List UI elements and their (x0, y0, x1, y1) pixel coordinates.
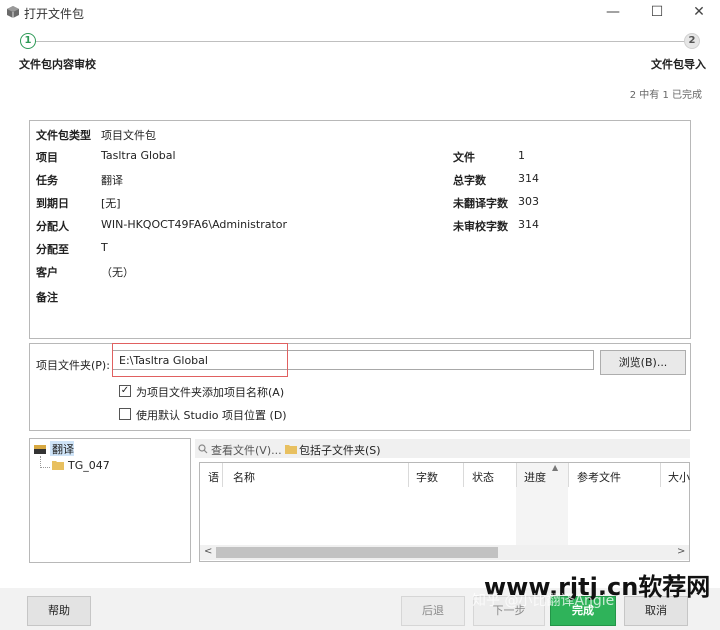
total-words-value: 314 (518, 172, 539, 185)
window-title: 打开文件包 (24, 7, 85, 21)
project-label: 项目 (36, 151, 58, 164)
add-project-name-checkbox[interactable]: ✓ (119, 385, 131, 397)
folder-icon (285, 445, 297, 454)
column-header-size[interactable]: 大小 (668, 469, 690, 485)
task-value: 翻译 (101, 174, 123, 187)
project-value: Tasltra Global (101, 149, 176, 162)
close-button[interactable]: ✕ (690, 3, 708, 21)
package-icon (7, 6, 19, 18)
author-watermark: 知乎 @小比翻译Angie (472, 593, 615, 609)
tree-item-root[interactable]: 翻译 (52, 441, 74, 457)
step-1-indicator: 1 (20, 33, 36, 49)
total-words-label: 总字数 (453, 174, 486, 187)
scroll-right-icon[interactable]: > (677, 546, 685, 557)
column-header-status[interactable]: 状态 (472, 469, 494, 485)
view-files-button[interactable]: 查看文件(V)... (211, 442, 282, 458)
untranslated-words-value: 303 (518, 195, 539, 208)
column-header-language[interactable]: 语 (208, 469, 219, 485)
column-header-words[interactable]: 字数 (416, 469, 438, 485)
customer-value: （无） (101, 266, 134, 279)
untranslated-words-label: 未翻译字数 (453, 197, 508, 210)
folder-icon (52, 461, 64, 470)
step-1-label: 文件包内容审校 (19, 58, 96, 71)
default-location-checkbox[interactable] (119, 408, 131, 420)
column-separator (463, 463, 464, 487)
scroll-left-icon[interactable]: < (204, 546, 212, 557)
step-2-indicator: 2 (684, 33, 700, 49)
files-count-label: 文件 (453, 151, 475, 164)
assigner-label: 分配人 (36, 220, 69, 233)
due-date-label: 到期日 (36, 197, 69, 210)
assigner-value: WIN-HKQOCT49FA6\Administrator (101, 218, 288, 231)
files-count-value: 1 (518, 149, 525, 162)
column-header-reference-file[interactable]: 参考文件 (577, 469, 621, 485)
scrollbar-thumb[interactable] (216, 547, 498, 558)
column-separator (222, 463, 223, 487)
back-button[interactable]: 后退 (401, 596, 465, 626)
wizard-progress-text: 2 中有 1 已完成 (629, 90, 702, 101)
column-header-progress[interactable]: 进度 (524, 469, 546, 485)
assignee-value: T (101, 241, 108, 254)
unreviewed-words-label: 未审校字数 (453, 220, 508, 233)
project-folder-input[interactable] (112, 350, 594, 370)
include-subfolders-button[interactable]: 包括子文件夹(S) (299, 442, 381, 458)
tree-item-tg047[interactable]: TG_047 (68, 459, 110, 472)
notes-label: 备注 (36, 291, 58, 304)
step-2-label: 文件包导入 (651, 58, 706, 71)
help-button[interactable]: 帮助 (27, 596, 91, 626)
add-project-name-label: 为项目文件夹添加项目名称(A) (136, 386, 285, 399)
column-separator (408, 463, 409, 487)
column-separator (516, 463, 517, 487)
package-type-label: 文件包类型 (36, 129, 91, 142)
customer-label: 客户 (36, 266, 58, 279)
browse-button[interactable]: 浏览(B)... (600, 350, 686, 375)
assignee-label: 分配至 (36, 243, 69, 256)
minimize-button[interactable]: — (604, 3, 622, 21)
task-label: 任务 (36, 174, 58, 187)
default-location-label: 使用默认 Studio 项目位置 (D) (136, 409, 287, 422)
column-header-name[interactable]: 名称 (233, 469, 255, 485)
column-separator (568, 463, 569, 487)
project-folder-label: 项目文件夹(P): (36, 359, 110, 372)
sort-arrow-icon: ▲ (552, 463, 559, 472)
drive-icon (34, 445, 46, 454)
package-type-value: 项目文件包 (101, 129, 156, 142)
due-date-value: [无] (101, 197, 121, 210)
search-icon (198, 444, 208, 454)
maximize-button[interactable]: ☐ (648, 3, 666, 21)
wizard-step-line (34, 41, 686, 42)
tree-connector (40, 467, 50, 468)
column-separator (660, 463, 661, 487)
unreviewed-words-value: 314 (518, 218, 539, 231)
